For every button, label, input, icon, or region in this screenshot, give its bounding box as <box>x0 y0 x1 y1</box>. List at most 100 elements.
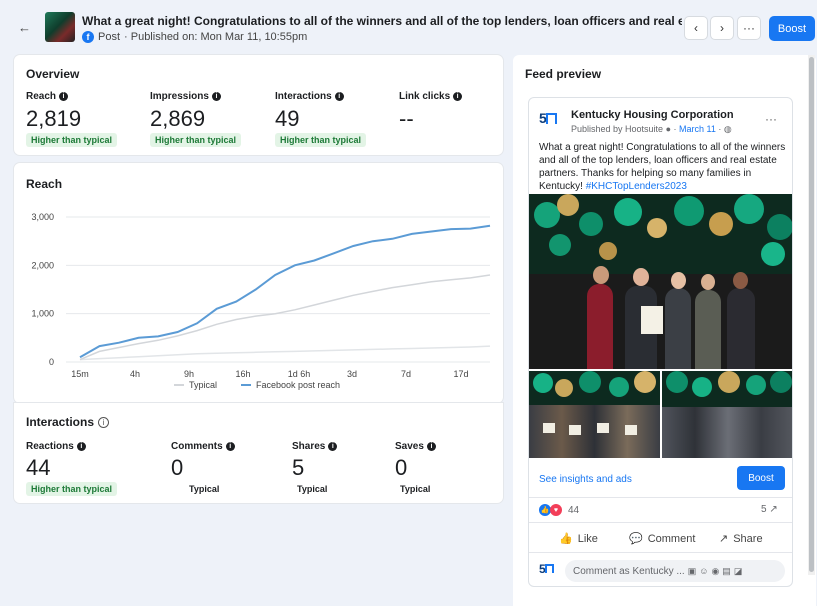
y-tick-label: 1,000 <box>31 309 54 319</box>
info-icon[interactable]: i <box>59 92 69 101</box>
y-tick-label: 2,000 <box>31 260 54 270</box>
previous-button[interactable]: ‹ <box>684 16 708 40</box>
impressions-label: Impressions i <box>150 91 221 102</box>
comments-label: Comments i <box>171 441 235 452</box>
x-tick-label: 1d 6h <box>288 369 311 379</box>
info-icon[interactable]: i <box>328 442 338 451</box>
share-icon: ↗ <box>719 533 729 545</box>
divider <box>529 497 792 498</box>
interactions-label: Interactions i <box>275 91 344 102</box>
more-options-button[interactable]: ··· <box>737 16 761 40</box>
saves-label: Saves i <box>395 441 436 452</box>
emoji-icon[interactable]: ☺ <box>699 566 708 576</box>
info-icon[interactable]: i <box>334 92 344 101</box>
comment-input[interactable]: Comment as Kentucky ... ▣ ☺ ◉ ▤ ◪ <box>565 560 785 582</box>
overview-title: Overview <box>26 67 80 81</box>
x-tick-label: 16h <box>235 369 250 379</box>
sticker-icon[interactable]: ▣ <box>688 566 697 577</box>
boost-post-button[interactable]: Boost <box>737 466 785 490</box>
reactions-badge: Higher than typical <box>26 482 118 496</box>
info-icon[interactable]: i <box>225 442 235 451</box>
reactions-value: 44 <box>26 455 51 480</box>
boost-button[interactable]: Boost <box>769 16 815 41</box>
chevron-left-icon: ‹ <box>694 21 698 35</box>
divider <box>529 552 792 553</box>
impressions-value: 2,869 <box>150 106 206 131</box>
post-date[interactable]: March 11 <box>679 124 716 134</box>
reactions-summary[interactable]: 👍 ♥ 44 <box>539 504 579 516</box>
x-tick-label: 3d <box>347 369 357 379</box>
thumbs-up-icon: 👍 <box>559 533 573 545</box>
info-circle-icon[interactable]: i <box>98 416 110 428</box>
page-name[interactable]: Kentucky Housing Corporation <box>571 109 734 121</box>
shares-value: 5 <box>292 455 305 480</box>
shares-badge: Typical <box>297 484 328 494</box>
shares-count[interactable]: 5 ↗ <box>761 504 778 515</box>
khc-logo-icon: 5 <box>539 110 563 130</box>
comment-button[interactable]: 💬 Comment <box>629 532 695 546</box>
post-photo-main[interactable] <box>529 194 792 369</box>
love-reaction-icon: ♥ <box>550 504 562 516</box>
interactions-badge: Higher than typical <box>275 133 367 147</box>
impressions-badge: Higher than typical <box>150 133 242 147</box>
legend-label-typical: Typical <box>189 380 217 390</box>
hashtag-link[interactable]: #KHCTopLenders2023 <box>586 181 687 192</box>
interactions-card: Interactions i Reactions i 44 Higher than… <box>14 403 503 503</box>
post-photo-group-left[interactable] <box>529 371 660 458</box>
post-subtitle: f Post · Published on: Mon Mar 11, 10:55… <box>82 31 307 43</box>
x-tick-label: 9h <box>184 369 194 379</box>
sticker-face-icon[interactable]: ◪ <box>734 566 743 577</box>
reactions-count: 44 <box>568 504 580 516</box>
reach-value: 2,819 <box>26 106 82 131</box>
commenter-avatar-icon: 5 <box>539 562 563 582</box>
reach-line-chart: 0 1,000 2,000 3,000 15m 4h 9h 16h 1d 6h 3d 7d 17d Ty… <box>31 212 491 390</box>
facebook-post-preview: 5 Kentucky Housing Corporation Published… <box>528 97 793 587</box>
interactions-title: Interactions i <box>26 415 110 429</box>
post-more-icon[interactable]: ··· <box>765 112 777 126</box>
saves-value: 0 <box>395 455 408 480</box>
info-icon[interactable]: i <box>453 92 463 101</box>
overview-card: Overview Reach i 2,819 Higher than typica… <box>14 55 503 155</box>
post-photo-group-right[interactable] <box>662 371 792 458</box>
legend-label-reach: Facebook post reach <box>256 380 340 390</box>
gif-icon[interactable]: ▤ <box>722 566 731 577</box>
interactions-value: 49 <box>275 106 300 131</box>
reach-series-line[interactable] <box>79 224 491 359</box>
scrollbar-thumb[interactable] <box>809 57 814 572</box>
link-clicks-label: Link clicks i <box>399 91 463 102</box>
info-icon: ● <box>665 124 672 134</box>
comments-value: 0 <box>171 455 184 480</box>
comment-bubble-icon: 💬 <box>629 533 643 545</box>
post-header: ← What a great night! Congratulations to… <box>0 0 817 52</box>
like-button[interactable]: 👍 Like <box>559 532 598 546</box>
y-tick-label: 3,000 <box>31 212 54 222</box>
comments-badge: Typical <box>189 484 220 494</box>
feed-preview-title: Feed preview <box>525 67 602 81</box>
reactions-label: Reactions i <box>26 441 86 452</box>
globe-icon: ◍ <box>723 124 732 134</box>
info-icon[interactable]: i <box>76 442 86 451</box>
shares-label: Shares i <box>292 441 338 452</box>
x-tick-label: 7d <box>401 369 411 379</box>
post-text: What a great night! Congratulations to a… <box>539 142 786 192</box>
divider <box>529 522 792 523</box>
published-date: · Published on: Mon Mar 11, 10:55pm <box>124 31 308 43</box>
see-insights-link[interactable]: See insights and ads <box>539 474 632 485</box>
camera-icon[interactable]: ◉ <box>711 566 719 577</box>
x-tick-label: 17d <box>453 369 468 379</box>
share-arrow-icon: ↗ <box>769 504 778 515</box>
post-title: What a great night! Congratulations to a… <box>82 14 682 28</box>
info-icon[interactable]: i <box>211 92 221 101</box>
info-icon[interactable]: i <box>426 442 436 451</box>
reach-badge: Higher than typical <box>26 133 118 147</box>
baseline-series-line[interactable] <box>79 345 491 361</box>
next-button[interactable]: › <box>710 16 734 40</box>
share-button[interactable]: ↗ Share <box>719 532 763 546</box>
typical-series-line[interactable] <box>79 274 491 361</box>
back-arrow-icon[interactable]: ← <box>18 20 31 35</box>
reach-label: Reach i <box>26 91 69 102</box>
saves-badge: Typical <box>400 484 431 494</box>
published-by: Published by Hootsuite ● · March 11 · ◍ <box>571 124 732 134</box>
link-clicks-value: -- <box>399 106 414 131</box>
post-type: Post <box>98 31 121 43</box>
